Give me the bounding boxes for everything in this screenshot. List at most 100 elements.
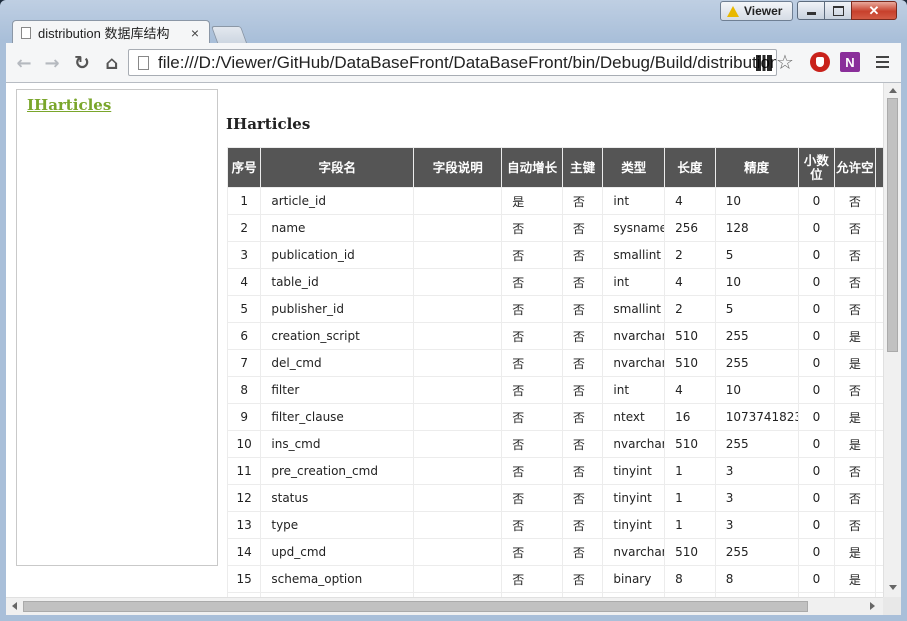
table-cell: 0 — [798, 485, 835, 511]
table-cell — [414, 377, 502, 403]
table-row: 1 article_id 是否 int 4 10 0 否 — [228, 188, 884, 214]
table-cell: 4 — [665, 188, 715, 214]
table-cell: 4 — [665, 377, 715, 403]
table-cell: 否 — [562, 242, 603, 268]
table-cell: 否 — [835, 458, 875, 484]
table-cell: 1 — [228, 188, 261, 214]
table-cell: 否 — [562, 539, 603, 565]
back-button[interactable]: ← — [12, 52, 36, 74]
adblock-icon[interactable] — [810, 52, 830, 72]
column-header: 主键 — [562, 148, 603, 187]
maximize-button[interactable] — [824, 1, 852, 20]
scroll-up-icon[interactable] — [889, 88, 897, 93]
table-cell: 否 — [502, 296, 562, 322]
scroll-left-icon[interactable] — [12, 602, 17, 610]
address-bar[interactable]: file:///D:/Viewer/GitHub/DataBaseFront/D… — [128, 49, 777, 76]
table-cell: 2 — [228, 215, 261, 241]
horizontal-scroll-thumb[interactable] — [23, 601, 808, 612]
table-cell: 否 — [502, 350, 562, 376]
table-cell: 否 — [835, 512, 875, 538]
table-cell: nvarchar — [603, 539, 665, 565]
tab-title: distribution 数据库结构 — [38, 26, 170, 41]
table-cell: 0 — [798, 404, 835, 430]
page-viewport: IHarticles IHarticles 序号 字段名 字段说明 自动增长 主键 类型长… — [6, 83, 901, 615]
table-cell: name — [261, 215, 414, 241]
close-icon: ✕ — [868, 2, 880, 18]
table-cell: 是 — [835, 431, 875, 457]
table-cell: status — [261, 485, 414, 511]
scroll-right-icon[interactable] — [870, 602, 875, 610]
table-cell: 否 — [562, 431, 603, 457]
column-header: 序号 — [228, 148, 261, 187]
table-cell: 是 — [835, 404, 875, 430]
browser-window: Viewer ✕ distribution 数据库结构 × ← → ↻ ⌂ fi… — [0, 0, 907, 621]
close-window-button[interactable]: ✕ — [851, 1, 897, 20]
reload-button[interactable]: ↻ — [70, 52, 94, 74]
vertical-scrollbar[interactable] — [883, 83, 901, 597]
table-cell: 5 — [715, 296, 798, 322]
table-cell: 2 — [665, 242, 715, 268]
table-cell: 否 — [502, 431, 562, 457]
table-cell: 否 — [502, 566, 562, 592]
table-cell: smallint — [603, 296, 665, 322]
forward-button[interactable]: → — [40, 52, 64, 74]
hand-icon — [816, 57, 824, 67]
table-cell: 0 — [798, 350, 835, 376]
table-cell: publication_id — [261, 242, 414, 268]
table-cell: 3 — [715, 485, 798, 511]
home-button[interactable]: ⌂ — [100, 52, 124, 74]
qr-code-icon[interactable] — [756, 55, 772, 71]
column-header: 精度 — [715, 148, 798, 187]
table-cell: 否 — [502, 458, 562, 484]
browser-toolbar: ← → ↻ ⌂ file:///D:/Viewer/GitHub/DataBas… — [6, 43, 901, 83]
table-cell: 否 — [502, 323, 562, 349]
table-cell: 7 — [228, 350, 261, 376]
table-cell: 否 — [835, 485, 875, 511]
table-row: 15 schema_option 否否 binary 8 8 0 是 — [228, 566, 884, 592]
table-cell: 否 — [835, 242, 875, 268]
table-cell: int — [603, 188, 665, 214]
table-cell: 否 — [835, 296, 875, 322]
minimize-button[interactable] — [797, 1, 825, 20]
table-row: 6 creation_script 否否 nvarchar 510 255 0 是 — [228, 323, 884, 349]
table-cell: 是 — [835, 350, 875, 376]
table-cell: 0 — [798, 215, 835, 241]
menu-icon[interactable] — [876, 56, 889, 68]
table-row: 2 name 否否 sysname 256 128 0 否 — [228, 215, 884, 241]
table-cell: 否 — [502, 377, 562, 403]
table-cell: 否 — [562, 458, 603, 484]
table-cell: 255 — [715, 539, 798, 565]
table-cell: 否 — [562, 566, 603, 592]
new-tab-button[interactable] — [210, 26, 248, 43]
sidebar-link-iharticles[interactable]: IHarticles — [27, 96, 111, 114]
table-cell: 510 — [665, 323, 715, 349]
table-cell: 10 — [228, 431, 261, 457]
table-cell: 510 — [665, 539, 715, 565]
table-cell: ntext — [603, 404, 665, 430]
scroll-down-icon[interactable] — [889, 585, 897, 590]
field-table: 序号 字段名 字段说明 自动增长 主键 类型 长度 精度 小数位 允许空 1 article_id 是… — [227, 147, 884, 597]
url-text[interactable]: file:///D:/Viewer/GitHub/DataBaseFront/D… — [158, 53, 776, 73]
table-cell: pre_creation_cmd — [261, 458, 414, 484]
table-cell: tinyint — [603, 485, 665, 511]
horizontal-scrollbar[interactable] — [6, 597, 883, 615]
table-cell: 否 — [562, 188, 603, 214]
table-cell — [414, 323, 502, 349]
table-cell: 1 — [665, 485, 715, 511]
table-cell: tinyint — [603, 512, 665, 538]
table-cell: 是 — [502, 188, 562, 214]
onenote-icon[interactable]: N — [840, 52, 860, 72]
table-cell — [414, 242, 502, 268]
vertical-scroll-thumb[interactable] — [887, 98, 898, 352]
table-cell: 510 — [665, 350, 715, 376]
table-cell: 3 — [228, 242, 261, 268]
table-cell: table_id — [261, 269, 414, 295]
bookmark-star-icon[interactable]: ☆ — [776, 50, 794, 74]
table-cell: 否 — [502, 215, 562, 241]
table-cell: nvarchar — [603, 350, 665, 376]
tab-close-icon[interactable]: × — [187, 25, 203, 41]
table-row: 7 del_cmd 否否 nvarchar 510 255 0 是 — [228, 350, 884, 376]
tab-active[interactable]: distribution 数据库结构 × — [12, 20, 210, 44]
window-controls: ✕ — [797, 1, 897, 20]
viewer-badge[interactable]: Viewer — [720, 1, 793, 21]
